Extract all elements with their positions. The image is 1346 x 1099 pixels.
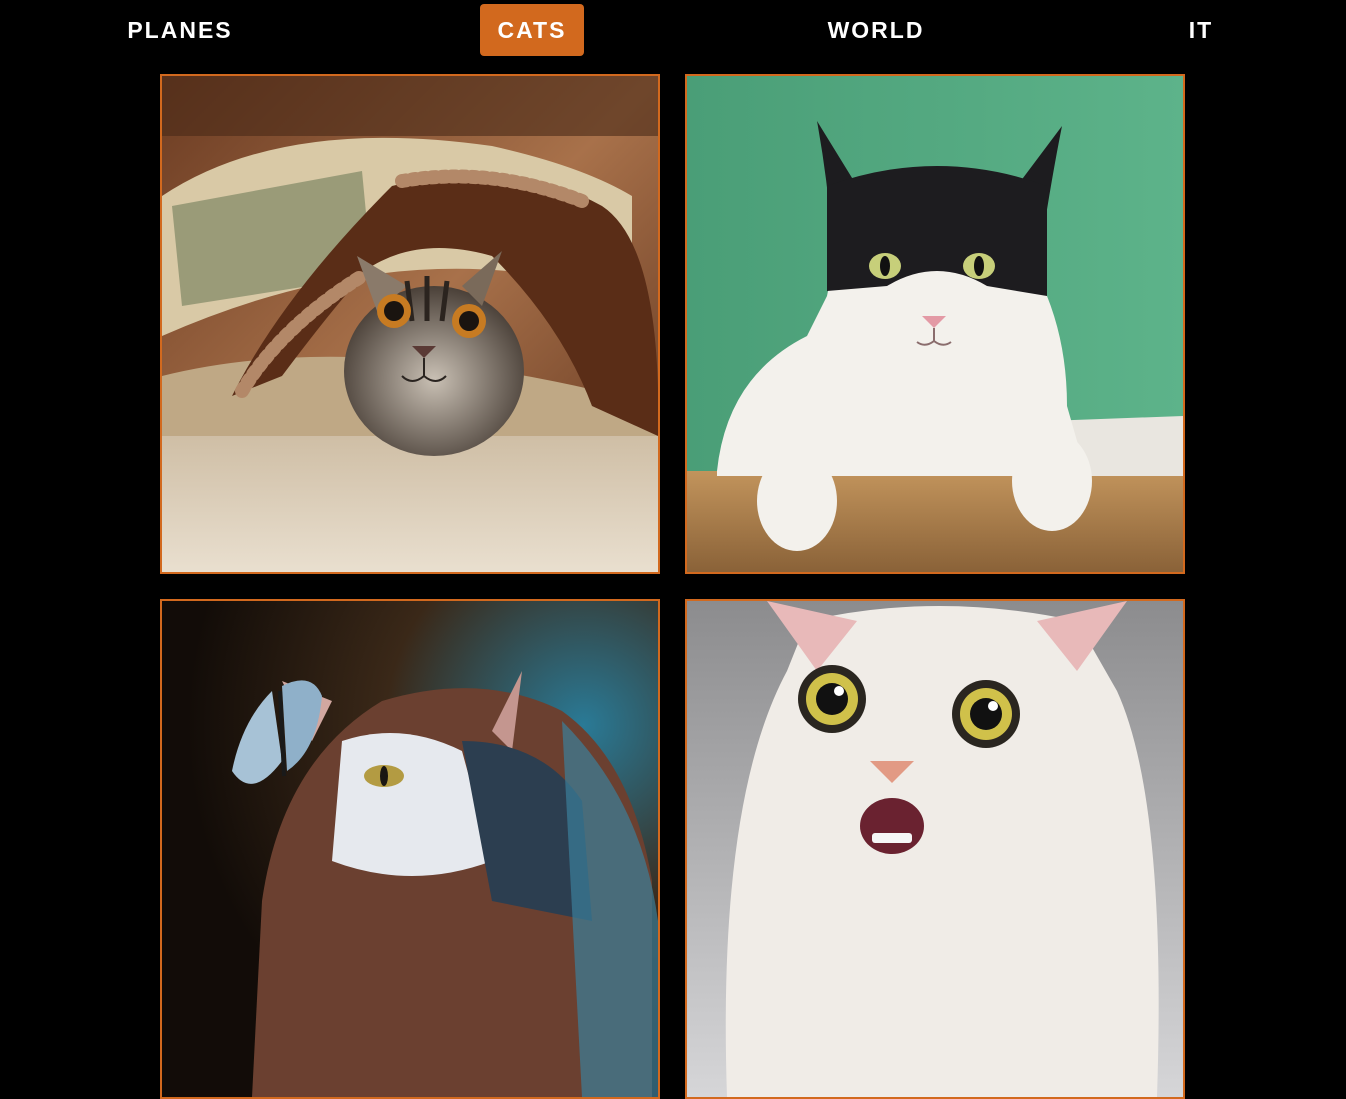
cat-with-butterfly-image (162, 601, 658, 1097)
gallery-tile-surprised-cat[interactable] (685, 599, 1185, 1099)
surprised-cat-image (687, 601, 1183, 1097)
cat-green-wall-image (687, 76, 1183, 572)
nav-item-it[interactable]: IT (1178, 4, 1224, 56)
gallery-tile-cat-under-blanket[interactable] (160, 74, 660, 574)
nav-item-planes[interactable]: PLANES (118, 4, 242, 56)
nav-item-world[interactable]: WORLD (818, 4, 934, 56)
gallery-tile-cat-with-butterfly[interactable] (160, 599, 660, 1099)
top-navigation: PLANES CATS WORLD IT (0, 0, 1346, 60)
gallery-tile-cat-green-wall[interactable] (685, 74, 1185, 574)
cat-under-blanket-image (162, 76, 658, 572)
nav-item-cats[interactable]: CATS (480, 4, 584, 56)
